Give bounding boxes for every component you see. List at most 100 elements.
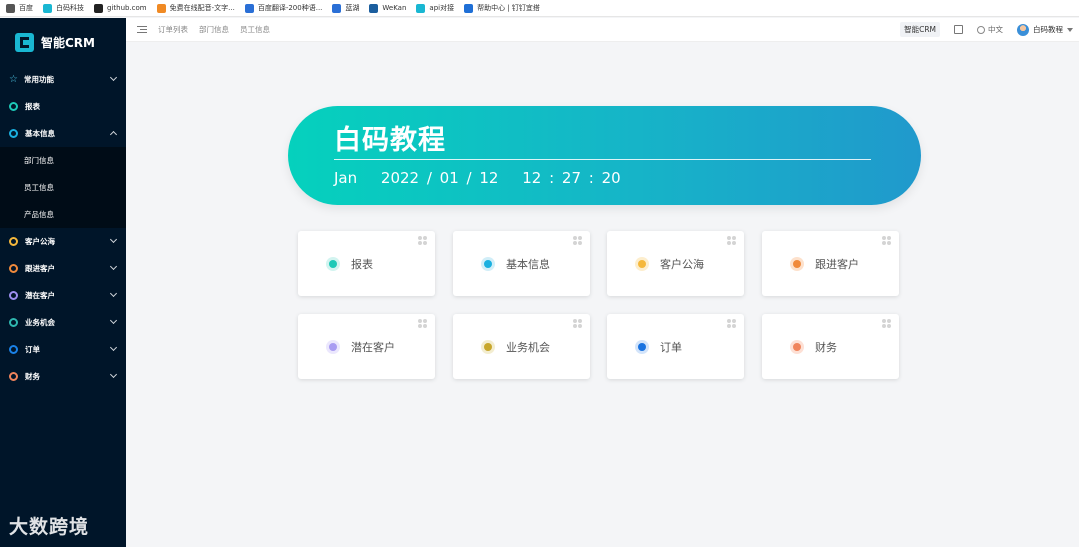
- app-logo[interactable]: 智能CRM: [0, 18, 126, 66]
- bookmark-item[interactable]: api对接: [416, 3, 454, 13]
- circle-icon: [9, 318, 18, 327]
- sidebar-item-label: 财务: [25, 372, 40, 381]
- sidebar-item-label: 潜在客户: [25, 291, 55, 300]
- wekan-icon: [369, 3, 379, 13]
- chevron-up-icon: [109, 130, 118, 139]
- menu-fold-icon[interactable]: [137, 25, 147, 34]
- shortcut-card[interactable]: 潜在客户: [298, 314, 435, 379]
- circle-icon: [9, 291, 18, 300]
- caret-down-icon: [1067, 27, 1073, 32]
- bookmark-label: api对接: [429, 4, 455, 12]
- tab-order-list[interactable]: 订单列表: [158, 24, 188, 35]
- sidebar-item[interactable]: 报表: [0, 93, 126, 120]
- app-tag[interactable]: 智能CRM: [900, 22, 940, 37]
- bookmark-item[interactable]: 百度: [6, 3, 33, 13]
- drag-handle-icon[interactable]: [573, 236, 582, 245]
- card-dot-icon: [326, 256, 340, 271]
- bookmark-item[interactable]: 白码科技: [43, 3, 84, 13]
- language-switch[interactable]: 中文: [977, 24, 1003, 35]
- shortcut-card[interactable]: 订单: [607, 314, 744, 379]
- breadcrumb-tabs: 订单列表 部门信息 员工信息: [158, 24, 270, 35]
- bookmarks-bar: 百度 白码科技 github.com 免费在线配音-文字... 百度翻译-200种语..…: [0, 0, 1079, 17]
- shortcut-card[interactable]: 业务机会: [453, 314, 590, 379]
- circle-icon: [9, 345, 18, 354]
- drag-handle-icon[interactable]: [418, 236, 427, 245]
- card-label: 财务: [815, 340, 837, 354]
- drag-handle-icon[interactable]: [882, 236, 891, 245]
- bookmark-item[interactable]: 百度翻译-200种语...: [244, 3, 322, 13]
- globe-icon: [977, 25, 985, 34]
- avatar: [1017, 23, 1029, 36]
- language-label: 中文: [988, 25, 1003, 34]
- chevron-down-icon: [109, 73, 118, 82]
- app-name: 智能CRM: [41, 35, 95, 50]
- card-label: 潜在客户: [351, 340, 395, 354]
- tab-department-info[interactable]: 部门信息: [199, 24, 229, 35]
- shortcut-card[interactable]: 财务: [762, 314, 899, 379]
- submenu-item[interactable]: 产品信息: [0, 201, 126, 228]
- sidebar-item[interactable]: 基本信息: [0, 120, 126, 147]
- shortcut-card[interactable]: 报表: [298, 231, 435, 296]
- chevron-down-icon: [109, 289, 118, 298]
- card-dot-icon: [635, 339, 649, 354]
- sidebar-item-label: 客户公海: [25, 237, 55, 246]
- card-label: 客户公海: [660, 257, 704, 271]
- sidebar-item[interactable]: 业务机会: [0, 309, 126, 336]
- banner-title: 白码教程: [334, 125, 446, 156]
- sidebar-item[interactable]: 潜在客户: [0, 282, 126, 309]
- card-dot-icon: [326, 339, 340, 354]
- sidebar: 智能CRM ☆ 常用功能 报表 基本信息 部门信息 员工信息 产品信息客户公海跟进客户潜在客…: [0, 18, 126, 547]
- submenu-item[interactable]: 部门信息: [0, 147, 126, 174]
- drag-handle-icon[interactable]: [727, 319, 736, 328]
- sidebar-item[interactable]: 跟进客户: [0, 255, 126, 282]
- baidu-icon: [6, 3, 15, 13]
- banner-datetime: Jan 2022 / 01 / 12 12 : 27 : 20: [334, 169, 637, 187]
- bookmark-label: 免费在线配音-文字...: [169, 4, 235, 12]
- bookmark-label: github.com: [107, 4, 147, 12]
- shortcut-card[interactable]: 客户公海: [607, 231, 744, 296]
- crm-logo-icon: [15, 32, 34, 52]
- card-dot-icon: [481, 256, 495, 271]
- circle-icon: [9, 237, 18, 246]
- circle-icon: [9, 372, 18, 381]
- drag-handle-icon[interactable]: [418, 319, 427, 328]
- github-icon: [94, 3, 103, 13]
- top-bar: 订单列表 部门信息 员工信息 智能CRM 中文 白码教程: [126, 18, 1079, 42]
- submenu-item[interactable]: 员工信息: [0, 174, 126, 201]
- fullscreen-icon[interactable]: [954, 25, 963, 34]
- bookmark-item[interactable]: 帮助中心 | 钉钉宜搭: [464, 3, 540, 13]
- shortcut-card[interactable]: 基本信息: [453, 231, 590, 296]
- bookmark-label: 帮助中心 | 钉钉宜搭: [477, 4, 540, 12]
- card-label: 基本信息: [506, 257, 550, 271]
- chevron-down-icon: [109, 343, 118, 352]
- sidebar-item[interactable]: 订单: [0, 336, 126, 363]
- bookmark-item[interactable]: WeKan: [369, 3, 406, 13]
- baima-icon: [43, 3, 52, 13]
- translate-icon: [244, 3, 254, 13]
- circle-icon: [9, 129, 18, 138]
- circle-icon: [9, 264, 18, 273]
- chevron-down-icon: [109, 262, 118, 271]
- top-right-tools: 智能CRM 中文 白码教程: [900, 22, 1079, 37]
- bookmark-item[interactable]: 免费在线配音-文字...: [156, 3, 235, 13]
- bookmark-item[interactable]: 蓝湖: [332, 3, 359, 13]
- card-dot-icon: [790, 339, 804, 354]
- sidebar-item[interactable]: 财务: [0, 363, 126, 390]
- sidebar-item[interactable]: 客户公海: [0, 228, 126, 255]
- bookmark-label: 蓝湖: [345, 4, 360, 12]
- user-menu[interactable]: 白码教程: [1017, 23, 1073, 36]
- drag-handle-icon[interactable]: [882, 319, 891, 328]
- bookmark-item[interactable]: github.com: [94, 3, 147, 13]
- tab-employee-info[interactable]: 员工信息: [240, 24, 270, 35]
- drag-handle-icon[interactable]: [727, 236, 736, 245]
- banner-time: 12 : 27 : 20: [522, 169, 621, 187]
- card-dot-icon: [635, 256, 649, 271]
- sidebar-item[interactable]: ☆ 常用功能: [0, 66, 126, 93]
- sidebar-item-label: 常用功能: [23, 75, 54, 84]
- bookmark-label: 白码科技: [56, 4, 84, 12]
- watermark-logo: 大数跨境: [9, 516, 90, 538]
- submenu: 部门信息 员工信息 产品信息: [0, 147, 126, 228]
- drag-handle-icon[interactable]: [573, 319, 582, 328]
- welcome-banner: 白码教程 Jan 2022 / 01 / 12 12 : 27 : 20: [288, 106, 921, 205]
- shortcut-card[interactable]: 跟进客户: [762, 231, 899, 296]
